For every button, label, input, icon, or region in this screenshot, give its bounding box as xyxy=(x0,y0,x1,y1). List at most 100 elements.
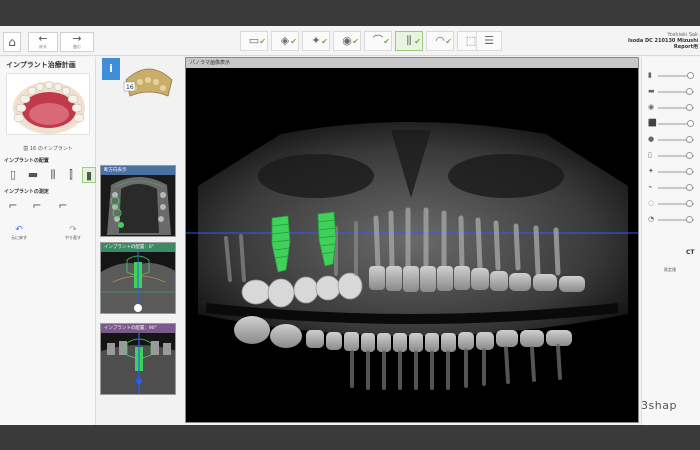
info-button[interactable]: i xyxy=(102,58,120,80)
measure-tool-3-icon[interactable]: ⌐ xyxy=(56,198,70,214)
check-icon: ✔ xyxy=(259,37,266,46)
visibility-slider-row[interactable]: ✦ xyxy=(646,167,698,177)
implant-slider-icon: ⬛ xyxy=(648,119,657,127)
measure-header: インプラントの測定 xyxy=(4,189,49,195)
application-window: ⌂ ← 戻る → 進む ▭ ✔ ◈ ✔ ✦ ✔ ◉ ✔ ⌒ ✔ ⫼ ✔ ◠ ✔ ⬚ ☰ xyxy=(0,26,700,425)
visibility-slider-row[interactable]: ◔ xyxy=(646,215,698,225)
guide-icon: ◠ xyxy=(435,34,445,47)
check-icon: ✔ xyxy=(414,37,421,46)
implant-tool-3-icon[interactable]: ⫼ xyxy=(46,167,60,183)
step-crown[interactable]: ◉ ✔ xyxy=(333,31,361,51)
sleeve-slider-icon: ◌ xyxy=(648,199,655,207)
undo-label: 元に戻す xyxy=(11,235,27,240)
right-visibility-panel: ▮ ▬ ◉ ⬛ ● ▯ ✦ ⌁ ◌ ◔ CT 既定値 xyxy=(641,57,700,425)
implant-count-prefix: 歯 xyxy=(23,146,30,152)
placement-header: インプラントの配置 xyxy=(4,158,49,164)
slider-knob[interactable] xyxy=(685,168,693,175)
visibility-slider-row[interactable]: ◌ xyxy=(646,199,698,209)
tooth-number-label: 16 xyxy=(126,84,134,91)
slider-knob[interactable] xyxy=(685,216,693,223)
implant-count-label: 歯 16 のインプラント xyxy=(0,145,96,152)
check-icon: ✔ xyxy=(321,37,328,46)
cross-section-header: 断方向表示 xyxy=(101,166,175,175)
export-icon: ☰ xyxy=(484,34,494,47)
home-icon: ⌂ xyxy=(8,35,16,49)
tooth-design-icon: ✦ xyxy=(311,34,321,47)
panel-title: インプラント治療計画 xyxy=(6,61,76,69)
viewport-header: パノラマ画像表示 xyxy=(186,58,638,68)
visibility-slider-row[interactable]: ⌁ xyxy=(646,183,698,193)
slider-knob[interactable] xyxy=(687,72,695,79)
brand-logo: 3shap xyxy=(641,399,677,412)
measure-tool-1-icon[interactable]: ⌐ xyxy=(6,198,20,214)
cross-section-thumbnail[interactable]: 断方向表示 xyxy=(100,165,176,237)
visibility-slider-row[interactable]: ▮ xyxy=(646,71,698,81)
measure-tool-2-icon[interactable]: ⌐ xyxy=(30,198,44,214)
step-guide[interactable]: ◠ ✔ xyxy=(426,31,454,51)
slider-knob[interactable] xyxy=(685,152,693,159)
view-thumbnails: i 16 断方向表示 インプラントの配置：0° インプラントの配置：90° xyxy=(98,57,178,397)
implant-view-90-header: インプラントの配置：90° xyxy=(101,324,175,333)
panoramic-viewport[interactable]: パノラマ画像表示 xyxy=(185,57,639,423)
case-subtitle: Report用 xyxy=(673,44,698,50)
redo-label: やり直す xyxy=(65,235,81,240)
scan-icon: ▭ xyxy=(248,34,260,47)
window-chrome-bottom xyxy=(0,425,700,450)
check-icon: ✔ xyxy=(445,37,452,46)
user-info: Yoshiaki Sak Isoda DC 210130 Mizushin Re… xyxy=(628,32,698,50)
implant-tool-5-icon[interactable]: ▮ xyxy=(82,167,96,183)
jaw-model-thumbnail[interactable] xyxy=(6,73,90,135)
top-toolbar: ⌂ ← 戻る → 進む ▭ ✔ ◈ ✔ ✦ ✔ ◉ ✔ ⌒ ✔ ⫼ ✔ ◠ ✔ ⬚ ☰ xyxy=(0,26,700,56)
undo-icon: ↶ xyxy=(15,225,23,235)
implant-tool-1-icon[interactable]: ▯ xyxy=(6,167,20,183)
upper-jaw-model[interactable]: 16 xyxy=(122,58,176,108)
slider-knob[interactable] xyxy=(685,200,693,207)
slider-knob[interactable] xyxy=(685,184,693,191)
home-button[interactable]: ⌂ xyxy=(3,32,21,52)
slider-knob[interactable] xyxy=(685,104,693,111)
implant-view-90-thumbnail[interactable]: インプラントの配置：90° xyxy=(100,323,176,395)
teeth-icon: ⌒ xyxy=(372,34,384,47)
align-icon: ◈ xyxy=(280,34,290,47)
tooth-slider-icon: ▮ xyxy=(648,71,652,79)
crown-slider-icon: ▬ xyxy=(648,87,655,95)
implant-view-0-header: インプラントの配置：0° xyxy=(101,243,175,252)
forward-button[interactable]: → 進む xyxy=(60,32,94,52)
check-icon: ✔ xyxy=(290,37,297,46)
redo-button[interactable]: ↷ やり直す xyxy=(58,225,88,245)
step-teeth[interactable]: ⌒ ✔ xyxy=(364,31,392,51)
implant-tool-2-icon[interactable]: ▬ xyxy=(26,167,40,183)
step-scan[interactable]: ▭ ✔ xyxy=(240,31,268,51)
step-implant[interactable]: ⫼ ✔ xyxy=(395,31,423,51)
ct-slider-icon: ◔ xyxy=(648,215,655,223)
implant-view-0-thumbnail[interactable]: インプラントの配置：0° xyxy=(100,242,176,314)
visibility-slider-row[interactable]: ⬛ xyxy=(646,119,698,129)
slider-knob[interactable] xyxy=(685,136,693,143)
visibility-slider-row[interactable]: ◉ xyxy=(646,103,698,113)
back-button[interactable]: ← 戻る xyxy=(28,32,58,52)
back-label: 戻る xyxy=(39,44,47,49)
step-align[interactable]: ◈ ✔ xyxy=(271,31,299,51)
slider-knob[interactable] xyxy=(687,120,695,127)
visibility-slider-row[interactable]: ▬ xyxy=(646,87,698,97)
drill-slider-icon: ⌁ xyxy=(648,183,653,191)
step-export[interactable]: ☰ xyxy=(476,31,502,51)
slider-knob[interactable] xyxy=(685,88,693,95)
visibility-slider-row[interactable]: ▯ xyxy=(646,151,698,161)
check-icon: ✔ xyxy=(352,37,359,46)
ct-slider-row[interactable]: CT xyxy=(646,249,698,259)
forward-label: 進む xyxy=(73,44,81,49)
gum-slider-icon: ◉ xyxy=(648,103,655,111)
visibility-slider-row[interactable]: ● xyxy=(646,135,698,145)
implant-tool-4-icon[interactable]: ⫿ xyxy=(64,167,78,183)
undo-button[interactable]: ↶ 元に戻す xyxy=(4,225,34,245)
panoramic-xray-image[interactable] xyxy=(186,68,638,422)
implant-icon: ⫼ xyxy=(406,34,412,47)
nerve-slider-icon: ✦ xyxy=(648,167,654,175)
ct-label: CT xyxy=(686,249,695,256)
redo-icon: ↷ xyxy=(69,225,77,235)
bone-slider-icon: ● xyxy=(648,135,655,143)
step-tooth-design[interactable]: ✦ ✔ xyxy=(302,31,330,51)
implant-count-suffix: のインプラント xyxy=(36,146,73,152)
default-values-link[interactable]: 既定値 xyxy=(664,267,676,273)
